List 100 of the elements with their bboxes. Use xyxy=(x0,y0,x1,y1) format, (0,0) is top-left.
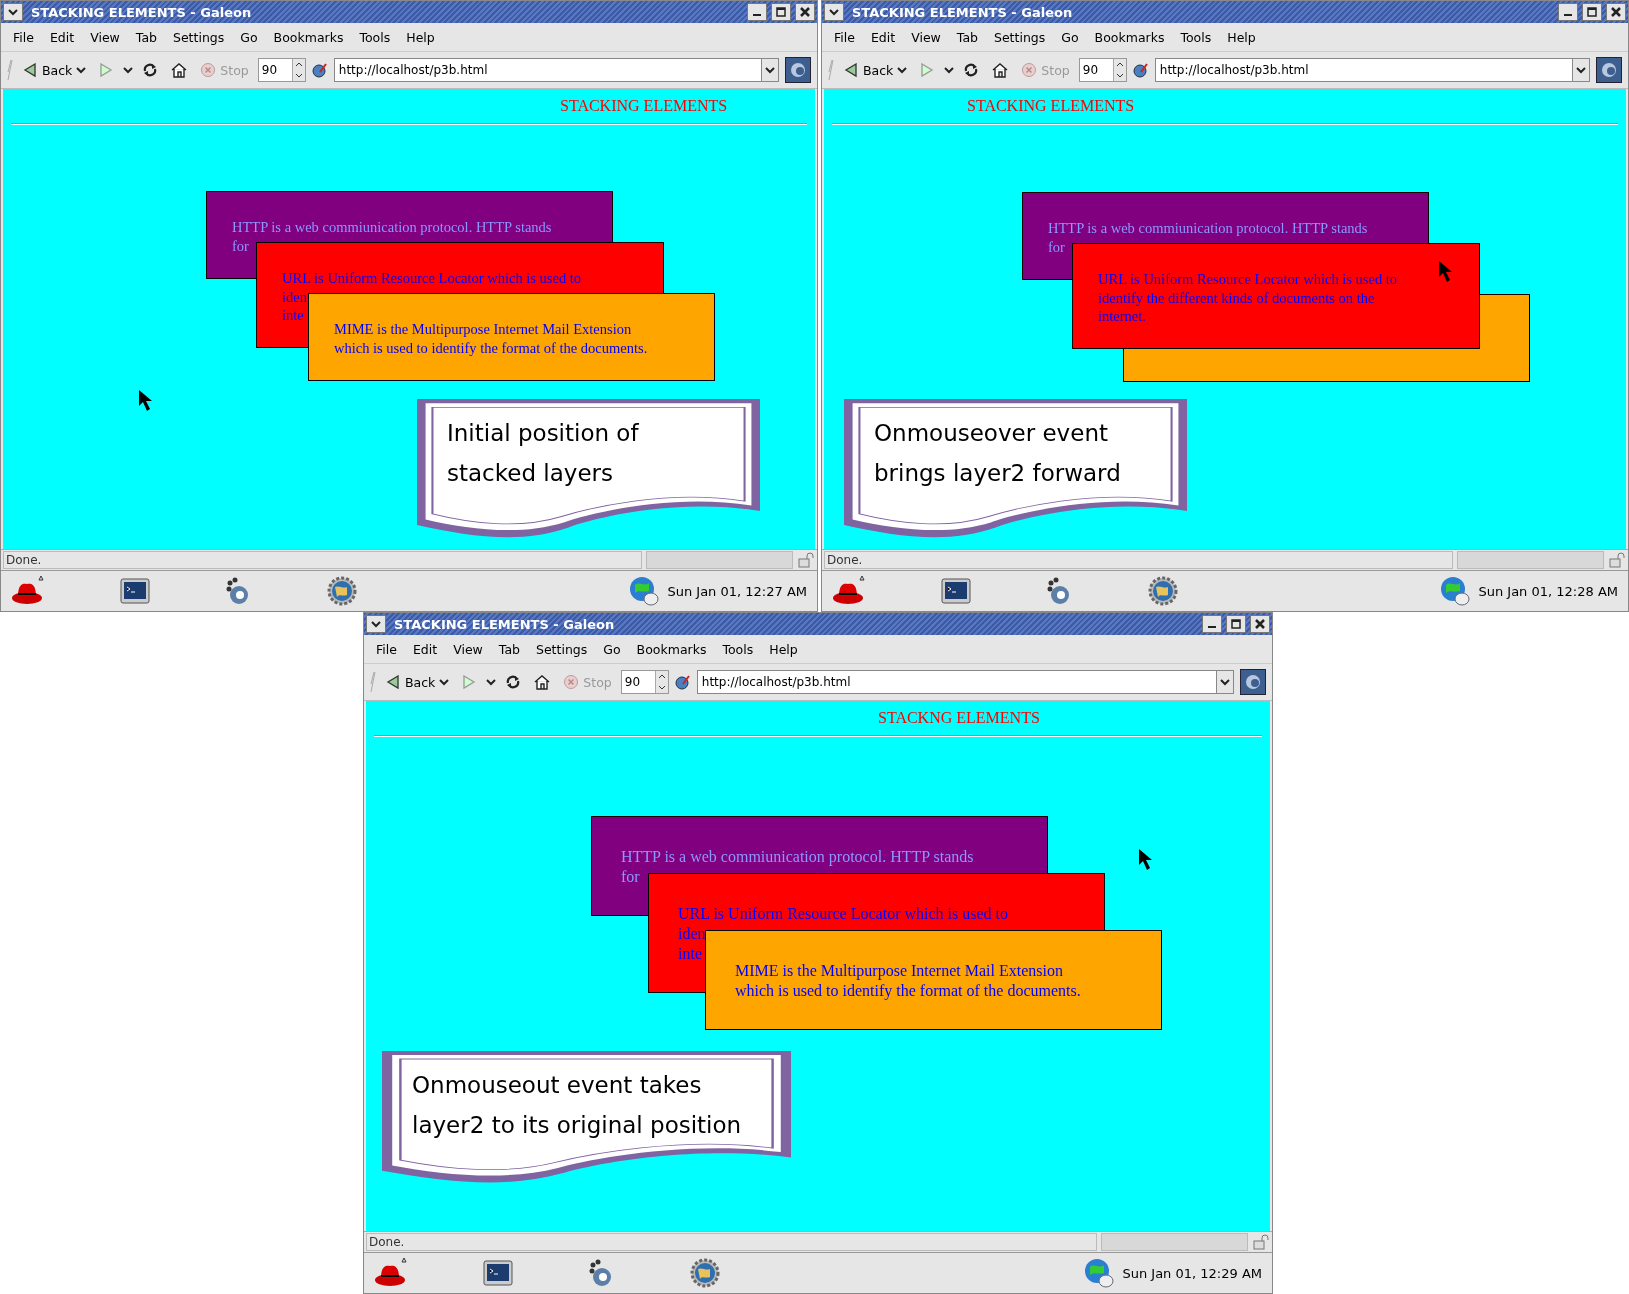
menu-item[interactable]: Go xyxy=(1055,27,1085,47)
terminal-icon[interactable] xyxy=(482,1259,514,1287)
minimize-icon xyxy=(753,14,761,16)
caret-icon xyxy=(897,66,908,74)
menu-item[interactable]: Bookmarks xyxy=(630,639,713,659)
chevron-down-icon xyxy=(944,66,955,74)
spin-down-icon[interactable] xyxy=(657,685,666,690)
menu-item[interactable]: Bookmarks xyxy=(267,27,350,47)
back-button[interactable]: Back xyxy=(19,57,90,83)
spin-down-icon[interactable] xyxy=(1115,73,1124,78)
layer-text: for xyxy=(232,236,249,255)
page-heading: STACKING ELEMENTS xyxy=(560,97,728,114)
url-field[interactable]: http://localhost/p3b.html xyxy=(333,58,761,82)
maximize-button[interactable] xyxy=(1582,3,1602,21)
minimize-button[interactable] xyxy=(747,3,767,21)
minimize-button[interactable] xyxy=(1558,3,1578,21)
menu-item[interactable]: Tools xyxy=(1174,27,1218,47)
menu-item[interactable]: Edit xyxy=(43,27,81,47)
spin-up-icon[interactable] xyxy=(657,674,666,679)
url-dropdown-button[interactable] xyxy=(761,58,779,82)
window-menu-button[interactable] xyxy=(3,3,23,21)
window-menu-button[interactable] xyxy=(366,615,386,633)
menu-item[interactable]: File xyxy=(370,639,403,659)
menu-item[interactable]: Tools xyxy=(716,639,760,659)
menu-item[interactable]: Tab xyxy=(950,27,984,47)
close-button[interactable] xyxy=(1250,615,1270,633)
menu-item[interactable]: Tab xyxy=(492,639,526,659)
close-button[interactable] xyxy=(795,3,815,21)
globe-icon[interactable] xyxy=(674,674,691,690)
layer-text: which is used to identify the format of the documents. xyxy=(735,981,1081,1001)
layer-text: identify the different kinds of documents on the xyxy=(1098,288,1375,307)
menu-item[interactable]: Tab xyxy=(129,27,163,47)
globe-mouse-icon[interactable] xyxy=(1082,1257,1117,1289)
globe-mouse-icon[interactable] xyxy=(627,575,662,607)
callout-text: Onmouseout event takes xyxy=(412,1071,702,1100)
menu-item[interactable]: Bookmarks xyxy=(1088,27,1171,47)
url-field[interactable]: http://localhost/p3b.html xyxy=(696,670,1216,694)
url-dropdown-button[interactable] xyxy=(1216,670,1234,694)
globe-gear-icon[interactable] xyxy=(688,1257,722,1289)
chevron-down-icon xyxy=(486,678,497,686)
url-field[interactable]: http://localhost/p3b.html xyxy=(1154,58,1572,82)
close-button[interactable] xyxy=(1606,3,1626,21)
zoom-spinbox[interactable]: 90 xyxy=(620,670,669,694)
back-button[interactable]: Back xyxy=(840,57,911,83)
globe-gear-icon[interactable] xyxy=(325,575,359,607)
close-icon xyxy=(1611,7,1621,17)
hat-icon[interactable] xyxy=(374,1258,410,1288)
menu-item[interactable]: File xyxy=(7,27,40,47)
zoom-spinbox[interactable]: 90 xyxy=(1078,58,1127,82)
menu-item[interactable]: Settings xyxy=(988,27,1052,47)
layer-text: MIME is the Multipurpose Internet Mail Extension xyxy=(334,320,632,339)
menu-item[interactable]: File xyxy=(828,27,861,47)
layer-text: URL is Uniform Resource Locator which is used to xyxy=(678,904,1008,924)
maximize-button[interactable] xyxy=(771,3,791,21)
layer-text: iden xyxy=(678,924,706,944)
menu-item[interactable]: Help xyxy=(763,639,804,659)
layer-text: HTTP is a web commiunication protocol. HTTP stands xyxy=(232,218,552,237)
menu-item[interactable]: View xyxy=(905,27,947,47)
minimize-button[interactable] xyxy=(1202,615,1222,633)
menu-item[interactable]: Settings xyxy=(167,27,231,47)
layer-text: inte xyxy=(282,306,304,325)
menu-item[interactable]: Help xyxy=(1221,27,1262,47)
window-title: STACKING ELEMENTS - Galeon xyxy=(851,4,1074,20)
grip-icon xyxy=(370,670,376,694)
hat-icon[interactable] xyxy=(832,576,868,606)
window-menu-button[interactable] xyxy=(824,3,844,21)
terminal-icon[interactable] xyxy=(940,577,972,605)
callout-text: Initial position of xyxy=(447,419,639,448)
menu-item[interactable]: Go xyxy=(234,27,264,47)
spin-up-icon[interactable] xyxy=(294,62,303,67)
chevron-down-icon xyxy=(1576,66,1586,74)
menu-item[interactable]: Help xyxy=(400,27,441,47)
globe-icon[interactable] xyxy=(1132,62,1149,78)
spin-up-icon[interactable] xyxy=(1115,62,1124,67)
menu-item[interactable]: Edit xyxy=(406,639,444,659)
menu-item[interactable]: Edit xyxy=(864,27,902,47)
chevron-down-icon xyxy=(8,8,18,16)
hat-icon[interactable] xyxy=(11,576,47,606)
maximize-button[interactable] xyxy=(1226,615,1246,633)
menu-item[interactable]: Settings xyxy=(530,639,594,659)
menu-item[interactable]: View xyxy=(84,27,126,47)
zoom-spinbox[interactable]: 90 xyxy=(257,58,306,82)
terminal-icon[interactable] xyxy=(119,577,151,605)
minimize-icon xyxy=(1564,14,1572,16)
grip-icon xyxy=(7,58,13,82)
layer-text: HTTP is a web commiunication protocol. HTTP stands xyxy=(1048,219,1368,238)
globe-icon[interactable] xyxy=(311,62,328,78)
globe-gear-icon[interactable] xyxy=(1146,575,1180,607)
lock-icon xyxy=(1252,1234,1270,1250)
spin-down-icon[interactable] xyxy=(294,73,303,78)
menu-item[interactable]: Tools xyxy=(353,27,397,47)
menu-item[interactable]: View xyxy=(447,639,489,659)
home-icon xyxy=(170,62,189,78)
url-dropdown-button[interactable] xyxy=(1572,58,1590,82)
maximize-icon xyxy=(1587,7,1597,17)
callout-text: layer2 to its original position xyxy=(412,1111,742,1140)
menu-item[interactable]: Go xyxy=(597,639,627,659)
clock: Sun Jan 01, 12:29 AM xyxy=(1122,1265,1262,1281)
globe-mouse-icon[interactable] xyxy=(1438,575,1473,607)
back-button[interactable]: Back xyxy=(382,669,453,695)
